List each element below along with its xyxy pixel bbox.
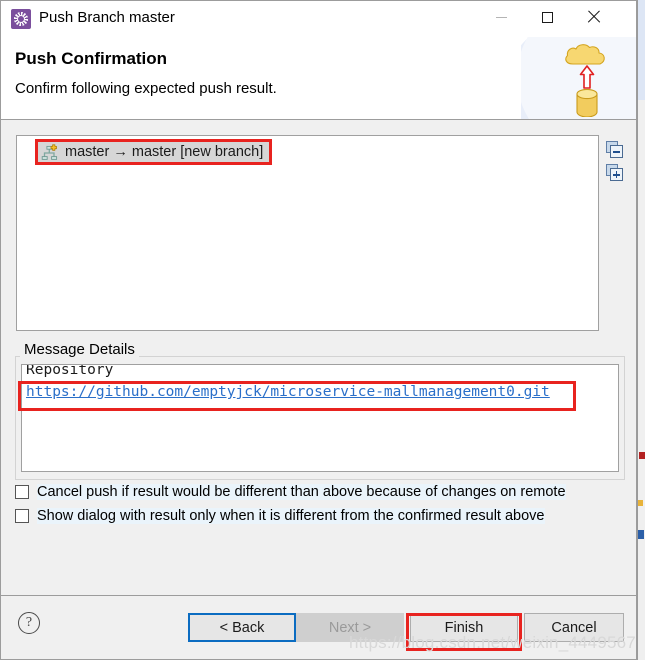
checkbox-cancel-push[interactable] — [15, 485, 29, 499]
minimize-icon — [495, 16, 507, 18]
dialog-header: Push Confirmation Confirm following expe… — [1, 37, 636, 120]
branch-add-icon — [41, 144, 58, 160]
repository-url-link[interactable]: https://github.com/emptyjck/microservice… — [26, 384, 550, 400]
cancel-button[interactable]: Cancel — [524, 613, 624, 642]
eclipse-gear-icon — [11, 9, 31, 29]
close-button[interactable] — [570, 1, 616, 33]
checkbox-show-dialog-label: Show dialog with result only when it is … — [37, 508, 545, 524]
dialog-button-bar: ? < Back Next > Finish Cancel — [1, 595, 636, 659]
maximize-button[interactable] — [524, 1, 570, 33]
background-window-sliver — [637, 0, 645, 660]
expand-all-icon[interactable] — [606, 164, 623, 181]
message-details-text[interactable]: Repository https://github.com/emptyjck/m… — [21, 364, 619, 472]
checkbox-cancel-push-row[interactable]: Cancel push if result would be different… — [15, 484, 566, 500]
minimize-button[interactable] — [478, 1, 524, 33]
window-title: Push Branch master — [39, 9, 175, 26]
push-confirmation-dialog: Push Branch master Push Confirmation Con… — [0, 0, 637, 660]
tree-row-label: master → master [new branch] — [65, 144, 264, 160]
bg-fleck-blue — [638, 530, 644, 539]
tree-row[interactable]: master → master [new branch] — [34, 139, 273, 165]
bg-band-bottom — [637, 520, 645, 660]
checkbox-show-dialog[interactable] — [15, 509, 29, 523]
bg-fleck-red — [639, 452, 645, 459]
page-title: Push Confirmation — [15, 49, 168, 68]
push-result-tree[interactable]: master → master [new branch] — [16, 135, 599, 331]
checkbox-show-dialog-row[interactable]: Show dialog with result only when it is … — [15, 508, 545, 524]
close-icon — [586, 10, 600, 24]
bg-edge-line — [637, 0, 638, 660]
push-to-cloud-icon — [521, 37, 636, 119]
maximize-icon — [541, 11, 553, 23]
repository-label: Repository — [26, 364, 114, 378]
bg-fleck-yellow — [638, 500, 643, 506]
finish-button[interactable]: Finish — [410, 613, 518, 642]
help-icon[interactable]: ? — [18, 612, 40, 634]
collapse-all-icon[interactable] — [606, 141, 623, 158]
tree-toolbar — [606, 141, 628, 187]
message-details-label: Message Details — [20, 341, 139, 358]
page-subtitle: Confirm following expected push result. — [15, 80, 277, 97]
next-button: Next > — [296, 613, 404, 642]
back-button[interactable]: < Back — [188, 613, 296, 642]
checkbox-cancel-push-label: Cancel push if result would be different… — [37, 484, 566, 500]
title-bar: Push Branch master — [1, 1, 636, 37]
bg-band-top — [637, 0, 645, 100]
